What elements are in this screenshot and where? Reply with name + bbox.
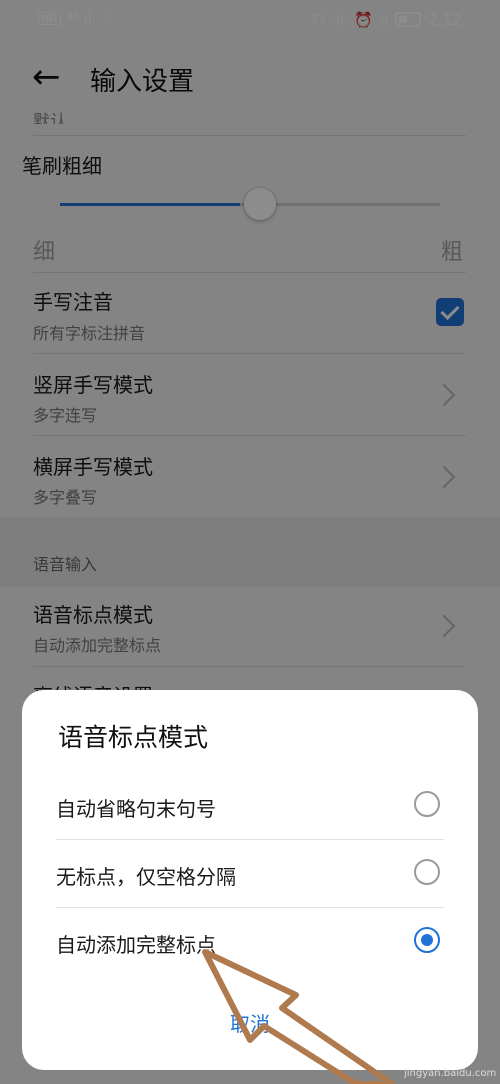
- punctuation-mode-dialog: 语音标点模式 自动省略句末句号 无标点，仅空格分隔 自动添加完整标点 取消: [22, 690, 478, 1070]
- option-label: 自动添加完整标点: [56, 933, 216, 957]
- watermark-url: jingyan.baidu.com: [404, 1068, 497, 1079]
- option-label: 自动省略句末句号: [56, 797, 216, 821]
- dialog-title: 语音标点模式: [58, 723, 209, 752]
- cancel-button[interactable]: 取消: [200, 1008, 300, 1037]
- radio-button[interactable]: [414, 859, 440, 885]
- option-no-punctuation[interactable]: 无标点，仅空格分隔: [22, 840, 478, 908]
- radio-button[interactable]: [414, 791, 440, 817]
- option-omit-period[interactable]: 自动省略句末句号: [22, 772, 478, 840]
- option-label: 无标点，仅空格分隔: [56, 865, 236, 889]
- radio-button-selected[interactable]: [414, 927, 440, 953]
- watermark-logo: Baidu经验: [386, 1044, 449, 1059]
- option-full-punctuation[interactable]: 自动添加完整标点: [22, 908, 478, 976]
